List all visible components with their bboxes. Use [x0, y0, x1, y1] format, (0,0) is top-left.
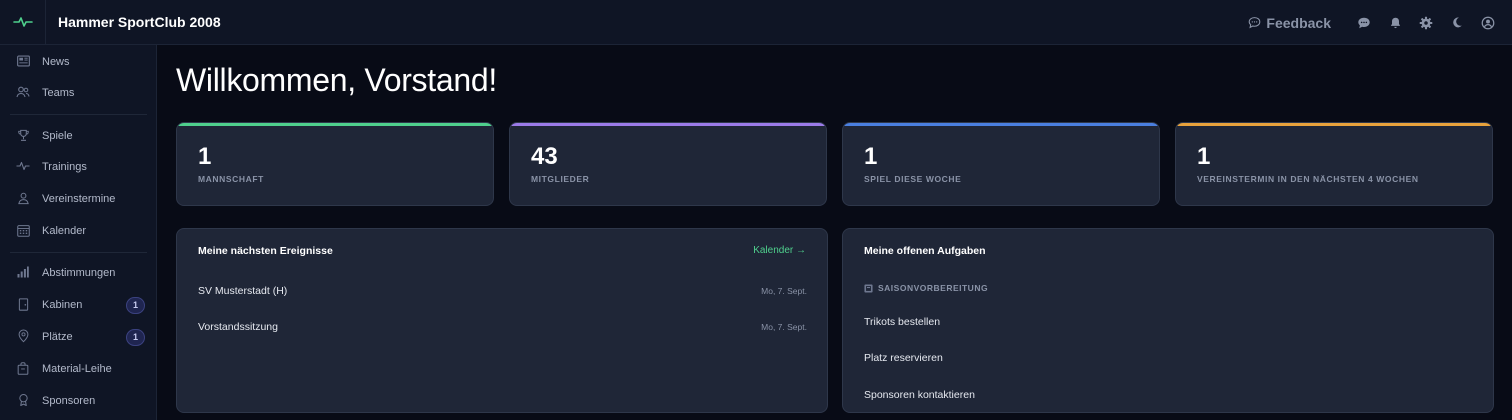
- chat-bubble-icon: [1249, 17, 1261, 29]
- newspaper-icon: [16, 54, 30, 68]
- stat-value: 1: [198, 143, 212, 170]
- calendar-link[interactable]: Kalender →: [753, 245, 806, 256]
- count-badge: 1: [126, 328, 145, 346]
- stat-value: 43: [531, 143, 558, 170]
- sidebar-item-label: Kabinen: [42, 299, 83, 311]
- page-title: Willkommen, Vorstand!: [176, 62, 497, 98]
- stat-label: SPIEL DIESE WOCHE: [864, 174, 962, 184]
- sidebar-item-label: Sponsoren: [42, 395, 96, 407]
- event-date: Mo, 7. Sept.: [761, 322, 807, 332]
- tasks-panel-title: Meine offenen Aufgaben: [864, 245, 986, 257]
- sidebar: News Teams Spiele Trainings Vereinstermi…: [0, 45, 157, 420]
- trophy-icon: [16, 128, 30, 142]
- stat-accent-bar: [843, 123, 1159, 126]
- stat-value: 1: [1197, 143, 1211, 170]
- stat-card-vereinstermine[interactable]: 1 VEREINSTERMIN IN DEN NÄCHSTEN 4 WOCHEN: [1175, 122, 1493, 206]
- map-pin-icon: [16, 329, 30, 343]
- sidebar-item-trainings[interactable]: Trainings: [0, 154, 156, 180]
- settings-button[interactable]: [1416, 13, 1436, 33]
- notifications-button[interactable]: [1385, 13, 1405, 33]
- event-row[interactable]: SV Musterstadt (H) Mo, 7. Sept.: [198, 281, 807, 301]
- calendar-icon: [16, 223, 30, 237]
- logo[interactable]: [0, 0, 46, 45]
- message-icon: [1358, 17, 1370, 28]
- sidebar-item-label: Kalender: [42, 225, 87, 237]
- top-bar: Hammer SportClub 2008 Feedback: [0, 0, 1512, 45]
- sidebar-item-vereinstermine[interactable]: Vereinstermine: [0, 186, 156, 212]
- top-actions: Feedback: [1248, 0, 1498, 45]
- stat-label: VEREINSTERMIN IN DEN NÄCHSTEN 4 WOCHEN: [1197, 174, 1419, 184]
- tasks-panel: Meine offenen Aufgaben SAISONVORBEREITUN…: [842, 228, 1494, 413]
- sidebar-item-plaetze[interactable]: Plätze 1: [0, 324, 156, 350]
- gear-icon: [1419, 16, 1433, 29]
- sidebar-item-spiele[interactable]: Spiele: [0, 123, 156, 149]
- package-icon: [16, 361, 30, 375]
- award-icon: [16, 393, 30, 407]
- clipboard-icon: [864, 283, 873, 293]
- theme-toggle-button[interactable]: [1447, 13, 1467, 33]
- task-item[interactable]: Platz reservieren: [864, 352, 943, 364]
- sidebar-item-abstimmungen[interactable]: Abstimmungen: [0, 260, 156, 286]
- stat-card-spiele[interactable]: 1 SPIEL DIESE WOCHE: [842, 122, 1160, 206]
- sidebar-item-material-leihe[interactable]: Material-Leihe: [0, 356, 156, 382]
- sidebar-divider: [10, 252, 147, 253]
- sidebar-item-label: Trainings: [42, 161, 87, 173]
- sidebar-item-teams[interactable]: Teams: [0, 80, 156, 106]
- sidebar-item-label: Spiele: [42, 130, 73, 142]
- sidebar-item-label: News: [42, 56, 70, 68]
- event-date: Mo, 7. Sept.: [761, 286, 807, 296]
- sidebar-item-news[interactable]: News: [0, 49, 156, 75]
- stat-accent-bar: [177, 123, 493, 126]
- sidebar-item-sponsoren[interactable]: Sponsoren: [0, 388, 156, 414]
- app-title: Hammer SportClub 2008: [58, 14, 221, 30]
- sidebar-item-kalender[interactable]: Kalender: [0, 218, 156, 244]
- count-badge: 1: [126, 296, 145, 314]
- sidebar-item-label: Vereinstermine: [42, 193, 116, 205]
- user-menu-button[interactable]: [1478, 13, 1498, 33]
- events-panel-title: Meine nächsten Ereignisse: [198, 245, 333, 257]
- event-row[interactable]: Vorstandssitzung Mo, 7. Sept.: [198, 317, 807, 337]
- events-panel: Meine nächsten Ereignisse Kalender → SV …: [176, 228, 828, 413]
- event-name: SV Musterstadt (H): [198, 285, 288, 297]
- sidebar-item-label: Abstimmungen: [42, 267, 116, 279]
- messages-button[interactable]: [1354, 13, 1374, 33]
- users-icon: [16, 85, 30, 99]
- sidebar-item-kabinen[interactable]: Kabinen 1: [0, 292, 156, 318]
- moon-icon: [1453, 17, 1462, 28]
- event-name: Vorstandssitzung: [198, 321, 278, 333]
- stat-label: MITGLIEDER: [531, 174, 590, 184]
- bell-icon: [1390, 17, 1400, 28]
- stat-card-mitglieder[interactable]: 43 MITGLIEDER: [509, 122, 827, 206]
- sidebar-item-label: Teams: [42, 87, 75, 99]
- task-group-label: SAISONVORBEREITUNG: [878, 283, 989, 293]
- task-item[interactable]: Sponsoren kontaktieren: [864, 389, 975, 401]
- bar-chart-icon: [16, 265, 30, 279]
- pulse-logo-icon: [12, 17, 33, 27]
- task-item[interactable]: Trikots bestellen: [864, 316, 940, 328]
- task-group-header: SAISONVORBEREITUNG: [864, 283, 988, 293]
- door-icon: [16, 297, 30, 311]
- sidebar-item-label: Material-Leihe: [42, 363, 112, 375]
- stat-label: MANNSCHAFT: [198, 174, 264, 184]
- activity-icon: [16, 159, 30, 173]
- sidebar-divider: [10, 114, 147, 115]
- feedback-button[interactable]: Feedback: [1248, 15, 1331, 31]
- stat-accent-bar: [510, 123, 826, 126]
- sidebar-item-label: Plätze: [42, 331, 73, 343]
- stat-card-mannschaft[interactable]: 1 MANNSCHAFT: [176, 122, 494, 206]
- feedback-label: Feedback: [1266, 14, 1331, 31]
- user-circle-icon: [1481, 16, 1495, 29]
- stat-accent-bar: [1176, 123, 1492, 126]
- stat-value: 1: [864, 143, 878, 170]
- person-icon: [16, 191, 30, 205]
